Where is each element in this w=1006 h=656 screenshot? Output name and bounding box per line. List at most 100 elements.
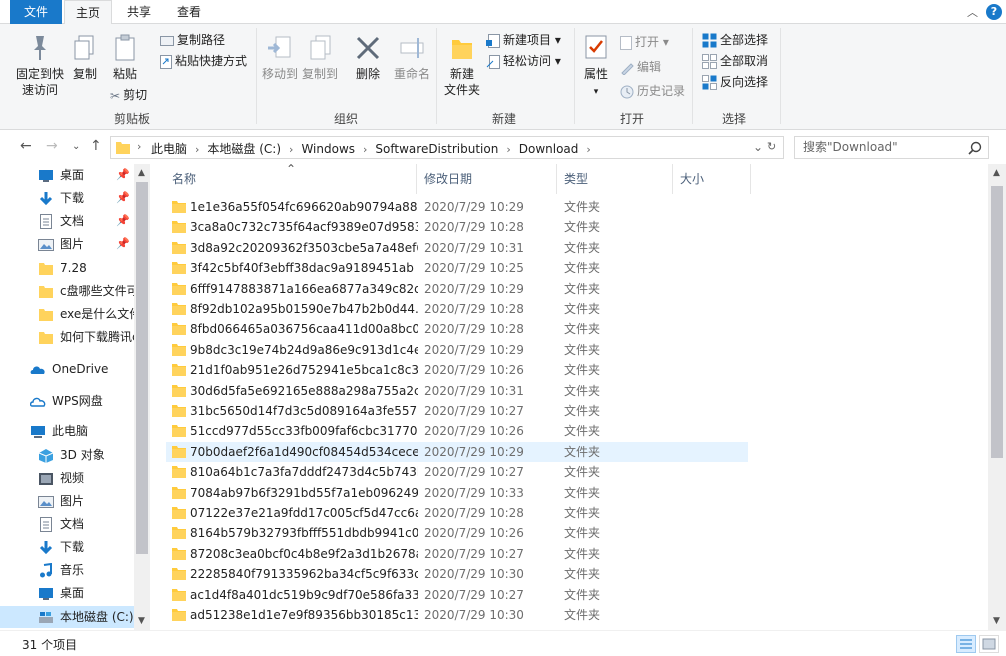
select-none-button[interactable]: 全部取消 — [702, 52, 768, 70]
tab-share[interactable]: 共享 — [116, 0, 162, 24]
nav-item[interactable]: 此电脑 — [0, 420, 134, 442]
breadcrumb-separator-icon[interactable]: › — [289, 143, 293, 156]
nav-item[interactable]: 视频 — [0, 467, 134, 489]
nav-item[interactable]: 下载 📌 — [0, 187, 134, 209]
back-arrow-icon[interactable]: ← — [20, 138, 32, 154]
nav-item[interactable]: 如何下载腾讯c — [0, 326, 134, 348]
table-row[interactable]: 30d6d5fa5e692165e888a298a755a2c5 2020/7/2… — [166, 381, 748, 401]
up-arrow-icon[interactable]: ↑ — [90, 138, 102, 154]
table-row[interactable]: 8164b579b32793fbfff551dbdb9941c0 2020/7/2… — [166, 523, 748, 543]
recent-locations-chevron-icon[interactable]: ⌄ — [72, 141, 80, 152]
edit-button[interactable]: 编辑 — [620, 58, 661, 76]
properties-button[interactable]: 属性 ▾ — [580, 34, 612, 100]
scroll-up-icon[interactable]: ▲ — [993, 168, 1000, 178]
table-row[interactable]: 7084ab97b6f3291bd55f7a1eb096249f 2020/7/2… — [166, 483, 748, 503]
scroll-down-icon[interactable]: ▼ — [993, 616, 1000, 626]
file-list-scrollbar[interactable]: ▲ ▼ — [988, 164, 1006, 630]
nav-item[interactable]: 本地磁盘 (C:) — [0, 606, 134, 628]
pin-quick-access-button[interactable]: 固定到快 速访问 — [14, 34, 66, 98]
table-row[interactable]: 8fbd066465a036756caa411d00a8bc04 2020/7/2… — [166, 319, 748, 339]
new-folder-button[interactable]: 新建 文件夹 — [442, 34, 482, 98]
move-to-button[interactable]: 移动到 — [262, 34, 298, 82]
nav-item[interactable]: 下载 — [0, 536, 134, 558]
select-all-button[interactable]: 全部选择 — [702, 31, 768, 49]
column-divider[interactable] — [556, 164, 557, 194]
nav-item[interactable]: 图片 — [0, 490, 134, 512]
column-header-type[interactable]: 类型 — [564, 164, 588, 194]
open-button[interactable]: 打开 ▾ — [620, 33, 669, 51]
nav-scrollbar[interactable]: ▲ ▼ — [134, 164, 150, 630]
table-row[interactable]: 07122e37e21a9fdd17c005cf5d47cc6a 2020/7/2… — [166, 503, 748, 523]
breadcrumb-item[interactable]: 此电脑 — [151, 142, 187, 156]
breadcrumb-separator-icon[interactable]: › — [506, 143, 510, 156]
breadcrumb-item[interactable]: Download — [519, 142, 579, 156]
nav-item[interactable]: 7.28 — [0, 257, 134, 279]
column-divider[interactable] — [750, 164, 751, 194]
breadcrumb-separator-icon[interactable]: › — [586, 143, 590, 156]
table-row[interactable]: 21d1f0ab951e26d752941e5bca1c8c37 2020/7/2… — [166, 360, 748, 380]
breadcrumb-separator-icon[interactable]: › — [363, 143, 367, 156]
copy-button[interactable]: 复制 — [70, 34, 100, 82]
table-row[interactable]: 87208c3ea0bcf0c4b8e9f2a3d1b2678a 2020/7/2… — [166, 544, 748, 564]
column-header-size[interactable]: 大小 — [680, 164, 704, 194]
refresh-icon[interactable]: ↻ — [767, 140, 776, 153]
table-row[interactable]: 1e1e36a55f054fc696620ab90794a88c 2020/7/2… — [166, 197, 748, 217]
copy-path-button[interactable]: 复制路径 — [160, 31, 225, 49]
column-divider[interactable] — [416, 164, 417, 194]
table-row[interactable]: 51ccd977d55cc33fb009faf6cbc31770 2020/7/2… — [166, 421, 748, 441]
nav-item[interactable]: 3D 对象 — [0, 444, 134, 466]
column-divider[interactable] — [672, 164, 673, 194]
table-row[interactable]: 3f42c5bf40f3ebff38dac9a9189451ab 2020/7/2… — [166, 258, 748, 278]
easy-access-button[interactable]: 轻松访问 ▾ — [486, 52, 561, 70]
nav-item[interactable]: 图片 📌 — [0, 233, 134, 255]
column-header-name[interactable]: 名称 — [172, 164, 196, 194]
tab-view[interactable]: 查看 — [166, 0, 212, 24]
table-row[interactable]: ad51238e1d1e7e9f89356bb30185c139 2020/7/2… — [166, 605, 748, 625]
address-dropdown-icon[interactable]: ⌄ — [753, 140, 763, 154]
breadcrumb-separator-icon[interactable]: › — [195, 143, 199, 156]
new-item-button[interactable]: 新建项目 ▾ — [486, 31, 561, 49]
help-icon[interactable]: ? — [986, 4, 1002, 20]
nav-item[interactable]: 桌面 — [0, 582, 134, 604]
invert-selection-button[interactable]: 反向选择 — [702, 73, 768, 91]
ribbon-collapse-icon[interactable]: ︿ — [967, 4, 978, 20]
column-header-date[interactable]: 修改日期 — [424, 164, 472, 194]
table-row[interactable]: 810a64b1c7a3fa7dddf2473d4c5b743b 2020/7/2… — [166, 462, 748, 482]
large-icons-view-icon[interactable] — [979, 635, 999, 653]
nav-item[interactable]: WPS网盘 — [0, 390, 134, 412]
address-bar[interactable]: › 此电脑 › 本地磁盘 (C:) › Windows › SoftwareDistribu… — [110, 136, 784, 159]
table-row[interactable]: 9b8dc3c19e74b24d9a86e9c913d1c4ee 2020/7/2… — [166, 340, 748, 360]
nav-item[interactable]: 音乐 — [0, 559, 134, 581]
forward-arrow-icon[interactable]: → — [46, 138, 58, 154]
table-row[interactable]: 70b0daef2f6a1d490cf08454d534cece 2020/7/2… — [166, 441, 748, 463]
breadcrumb-item[interactable]: Windows — [301, 142, 355, 156]
nav-item[interactable]: 文档 — [0, 513, 134, 535]
table-row[interactable]: 31bc5650d14f7d3c5d089164a3fe5572 2020/7/2… — [166, 401, 748, 421]
breadcrumb-item[interactable]: 本地磁盘 (C:) — [207, 142, 281, 156]
tab-file[interactable]: 文件 — [10, 0, 62, 24]
nav-item[interactable]: OneDrive — [0, 358, 134, 380]
delete-button[interactable]: 删除 — [352, 34, 384, 82]
tab-home[interactable]: 主页 — [64, 0, 112, 25]
copy-to-button[interactable]: 复制到 — [302, 34, 338, 82]
scroll-up-icon[interactable]: ▲ — [138, 168, 145, 178]
paste-button[interactable]: 粘贴 — [110, 34, 140, 82]
table-row[interactable]: 8f92db102a95b01590e7b47b2b0d44... 2020/7/… — [166, 299, 748, 319]
table-row[interactable]: ac1d4f8a401dc519b9c9df70e586fa33 2020/7/2… — [166, 585, 748, 605]
nav-item[interactable]: 文档 📌 — [0, 210, 134, 232]
history-button[interactable]: 历史记录 — [620, 82, 685, 100]
nav-item[interactable]: 桌面 📌 — [0, 164, 134, 186]
table-row[interactable]: 3d8a92c20209362f3503cbe5a7a48ef6 2020/7/2… — [166, 238, 748, 258]
nav-item[interactable]: exe是什么文件 — [0, 303, 134, 325]
details-view-icon[interactable] — [956, 635, 976, 653]
rename-button[interactable]: 重命名 — [392, 34, 432, 82]
paste-shortcut-button[interactable]: 粘贴快捷方式 — [160, 52, 247, 70]
table-row[interactable]: 22285840f791335962ba34cf5c9f633d 2020/7/2… — [166, 564, 748, 584]
cut-button[interactable]: ✂ 剪切 — [110, 86, 147, 104]
nav-scroll-thumb[interactable] — [136, 182, 148, 554]
search-input[interactable]: 搜索"Download" — [794, 136, 989, 159]
table-row[interactable]: 3ca8a0c732c735f64acf9389e07d9583 2020/7/2… — [166, 217, 748, 237]
table-row[interactable]: 6fff9147883871a166ea6877a349c82d 2020/7/2… — [166, 279, 748, 299]
scroll-down-icon[interactable]: ▼ — [138, 616, 145, 626]
nav-item[interactable]: c盘哪些文件可 — [0, 280, 134, 302]
